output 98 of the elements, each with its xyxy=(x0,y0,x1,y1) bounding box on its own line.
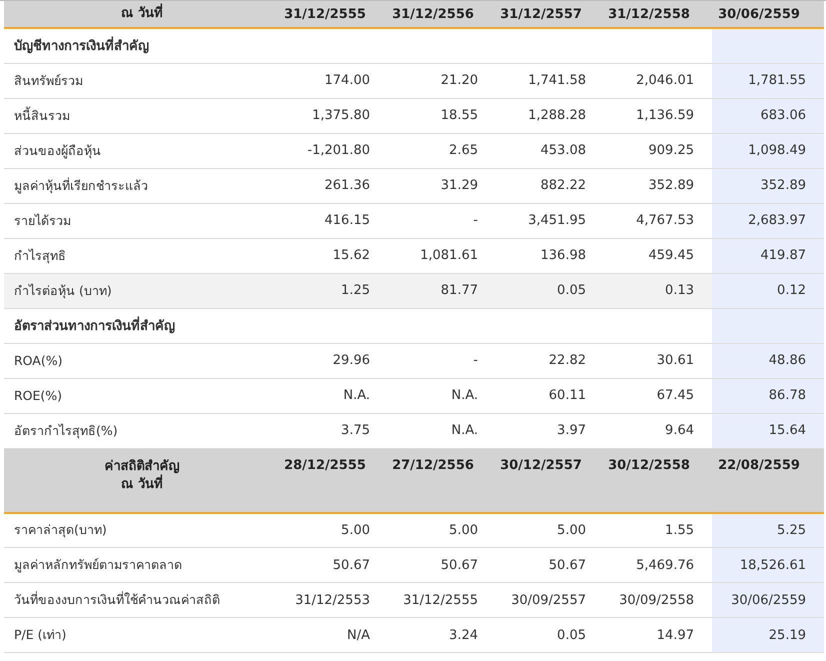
row-label: อัตรากำไรสุทธิ(%) xyxy=(4,413,280,448)
table-cell: 419.87 xyxy=(712,238,824,273)
table-cell: 416.15 xyxy=(280,203,388,238)
table-cell: 0.05 xyxy=(496,273,604,308)
column-header: 30/06/2559 xyxy=(712,1,824,28)
table-cell: 15.64 xyxy=(712,413,824,448)
row-label: ROE(%) xyxy=(4,378,280,413)
table-cell: 31/12/2553 xyxy=(280,582,388,618)
table-cell: 15.62 xyxy=(280,238,388,273)
table-cell: 2,683.97 xyxy=(712,203,824,238)
table-cell: 30.61 xyxy=(604,343,712,378)
column-header: 27/12/2556 xyxy=(388,448,496,512)
table-cell: 1,781.55 xyxy=(712,63,824,98)
table-cell: 0.12 xyxy=(712,273,824,308)
table-cell: 261.36 xyxy=(280,168,388,203)
section-title: อัตราส่วนทางการเงินที่สำคัญ xyxy=(4,308,712,343)
row-label: หนี้สินรวม xyxy=(4,98,280,133)
table-cell: N.A. xyxy=(388,378,496,413)
row-label: มูลค่าหลักทรัพย์ตามราคาตลาด xyxy=(4,548,280,582)
row-label: ROA(%) xyxy=(4,343,280,378)
table-cell: 3.75 xyxy=(280,413,388,448)
table-cell: -1,201.80 xyxy=(280,133,388,168)
column-header: 22/08/2559 xyxy=(712,448,824,512)
table-cell: - xyxy=(388,343,496,378)
table-cell: 9.64 xyxy=(604,413,712,448)
table-cell: 0.05 xyxy=(496,618,604,652)
table-cell: 2.65 xyxy=(388,133,496,168)
table-cell: 1,375.80 xyxy=(280,98,388,133)
table-cell: 30/06/2559 xyxy=(712,582,824,618)
table-cell: 1,288.28 xyxy=(496,98,604,133)
table-cell: 1,098.49 xyxy=(712,133,824,168)
table-cell: 3,451.95 xyxy=(496,203,604,238)
table-cell: 86.78 xyxy=(712,378,824,413)
column-header: 30/12/2557 xyxy=(496,448,604,512)
table-cell: 2,046.01 xyxy=(604,63,712,98)
row-label: วันที่ของงบการเงินที่ใช้คำนวณค่าสถิติ xyxy=(4,582,280,618)
table-cell: 18,526.61 xyxy=(712,548,824,582)
row-label: กำไรต่อหุ้น (บาท) xyxy=(4,273,280,308)
column-header: 30/12/2558 xyxy=(604,448,712,512)
table-cell: 352.89 xyxy=(712,168,824,203)
table-cell: 29.96 xyxy=(280,343,388,378)
table-cell: 1,081.61 xyxy=(388,238,496,273)
table-cell: 60.11 xyxy=(496,378,604,413)
table-cell: 453.08 xyxy=(496,133,604,168)
table-cell: 1,741.58 xyxy=(496,63,604,98)
table-cell: 5.00 xyxy=(388,512,496,548)
table-cell: 50.67 xyxy=(496,548,604,582)
table-cell: 21.20 xyxy=(388,63,496,98)
table-cell: 882.22 xyxy=(496,168,604,203)
column-header: 28/12/2555 xyxy=(280,448,388,512)
table-cell: 31.29 xyxy=(388,168,496,203)
section-title: บัญชีทางการเงินที่สำคัญ xyxy=(4,28,712,63)
table-cell: 174.00 xyxy=(280,63,388,98)
column-header: 31/12/2558 xyxy=(604,1,712,28)
table-cell: N.A. xyxy=(280,378,388,413)
table-cell: 3.97 xyxy=(496,413,604,448)
table-cell: 25.19 xyxy=(712,618,824,652)
row-label: สินทรัพย์รวม xyxy=(4,63,280,98)
table-cell: 1.55 xyxy=(604,512,712,548)
column-header: 31/12/2557 xyxy=(496,1,604,28)
table-cell: 31/12/2555 xyxy=(388,582,496,618)
table-cell: 81.77 xyxy=(388,273,496,308)
row-label: ส่วนของผู้ถือหุ้น xyxy=(4,133,280,168)
table-cell: 30/09/2557 xyxy=(496,582,604,618)
table-cell: N/A xyxy=(280,618,388,652)
column-header: 31/12/2555 xyxy=(280,1,388,28)
table-cell: 4,767.53 xyxy=(604,203,712,238)
row-label: กำไรสุทธิ xyxy=(4,238,280,273)
table-cell: 1.25 xyxy=(280,273,388,308)
table-cell: 22.82 xyxy=(496,343,604,378)
table-cell: 5,469.76 xyxy=(604,548,712,582)
row-label: P/E (เท่า) xyxy=(4,618,280,652)
table-cell: 18.55 xyxy=(388,98,496,133)
table-cell: 50.67 xyxy=(280,548,388,582)
table-cell: 5.25 xyxy=(712,512,824,548)
table-cell: 67.45 xyxy=(604,378,712,413)
row-label: มูลค่าหุ้นที่เรียกชำระแล้ว xyxy=(4,168,280,203)
table-cell: 352.89 xyxy=(604,168,712,203)
column-header: 31/12/2556 xyxy=(388,1,496,28)
table-cell: 0.13 xyxy=(604,273,712,308)
table-cell: 14.97 xyxy=(604,618,712,652)
column-header: ค่าสถิติสำคัญ ณ วันที่ xyxy=(4,448,280,512)
table-cell: N.A. xyxy=(388,413,496,448)
table-cell: 5.00 xyxy=(280,512,388,548)
column-header: ณ วันที่ xyxy=(4,1,280,28)
table-cell: - xyxy=(388,203,496,238)
table-cell: 1,136.59 xyxy=(604,98,712,133)
table-cell: 3.24 xyxy=(388,618,496,652)
table-cell: 5.00 xyxy=(496,512,604,548)
row-label: รายได้รวม xyxy=(4,203,280,238)
table-cell: 683.06 xyxy=(712,98,824,133)
row-label: ราคาล่าสุด(บาท) xyxy=(4,512,280,548)
table-cell: 48.86 xyxy=(712,343,824,378)
table-cell: 909.25 xyxy=(604,133,712,168)
table-cell: 136.98 xyxy=(496,238,604,273)
table-cell: 459.45 xyxy=(604,238,712,273)
table-cell: 30/09/2558 xyxy=(604,582,712,618)
table-cell: 50.67 xyxy=(388,548,496,582)
